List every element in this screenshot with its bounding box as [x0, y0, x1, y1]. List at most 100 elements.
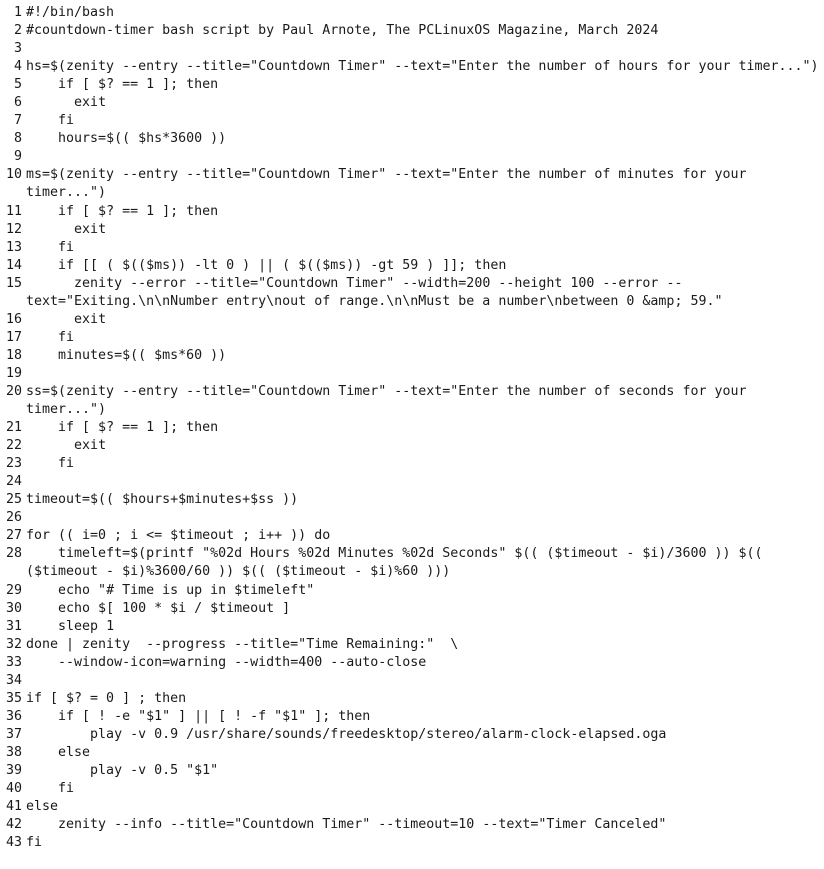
line-number: 29 — [5, 582, 22, 598]
code-text: zenity --error --title="Countdown Timer"… — [26, 275, 723, 309]
line-number: 8 — [13, 131, 22, 147]
code-text: minutes=$(( $ms*60 )) — [26, 347, 227, 363]
code-text: ss=$(zenity --entry --title="Countdown T… — [26, 383, 755, 418]
line-number: 9 — [13, 149, 22, 165]
code-text: echo "# Time is up in $timeleft" — [26, 582, 315, 598]
code-line: 10 ms=$(zenity --entry --title="Countdown… — [0, 166, 824, 202]
line-number: 12 — [5, 221, 22, 237]
line-number: 34 — [5, 672, 22, 688]
line-number: 40 — [5, 781, 22, 797]
code-line: 39 play -v 0.5 "$1" — [0, 762, 824, 780]
code-text: fi — [26, 781, 75, 797]
code-line: 27 for (( i=0 ; i <= $timeout ; i++ )) do — [0, 527, 824, 545]
code-line: 33 --window-icon=warning --width=400 --a… — [0, 654, 824, 672]
code-text: if [[ ( $(($ms)) -lt 0 ) || ( $(($ms)) -… — [26, 257, 507, 273]
line-number: 31 — [5, 618, 22, 634]
code-line: 21 if [ $? == 1 ]; then — [0, 419, 824, 437]
code-text: fi — [26, 329, 75, 345]
line-number: 24 — [5, 474, 22, 490]
code-line: 26 — [0, 509, 824, 527]
code-text: timeout=$(( $hours+$minutes+$ss )) — [26, 492, 299, 508]
line-number: 42 — [5, 817, 22, 833]
line-number: 37 — [5, 726, 22, 742]
code-line: 24 — [0, 473, 824, 491]
line-number: 19 — [5, 365, 22, 381]
code-line: 41 else — [0, 798, 824, 816]
code-line: 25 timeout=$(( $hours+$minutes+$ss )) — [0, 491, 824, 509]
code-line: 1 #!/bin/bash — [0, 4, 824, 22]
code-line: 23 fi — [0, 455, 824, 473]
line-number: 25 — [5, 492, 22, 508]
code-line: 7 fi — [0, 112, 824, 130]
line-number: 15 — [5, 275, 22, 291]
line-number: 39 — [5, 762, 22, 778]
code-text: exit — [26, 95, 107, 111]
code-text: --window-icon=warning --width=400 --auto… — [26, 654, 427, 670]
line-number: 22 — [5, 438, 22, 454]
code-text: #countdown-timer bash script by Paul Arn… — [26, 23, 659, 39]
code-line: 6 exit — [0, 94, 824, 112]
line-number: 41 — [5, 799, 22, 815]
code-text: fi — [26, 835, 43, 851]
line-number: 5 — [13, 77, 22, 93]
code-text: if [ ! -e "$1" ] || [ ! -f "$1" ]; then — [26, 708, 371, 724]
code-text: #!/bin/bash — [26, 5, 115, 20]
line-number: 35 — [5, 690, 22, 706]
line-number: 16 — [5, 311, 22, 327]
code-listing: 1 #!/bin/bash 2 #countdown-timer bash scrip… — [0, 0, 824, 852]
code-line: 34 — [0, 672, 824, 690]
code-text: zenity --info --title="Countdown Timer" … — [26, 817, 667, 833]
line-number: 27 — [5, 528, 22, 544]
code-text: if [ $? == 1 ]; then — [26, 77, 219, 93]
code-text: fi — [26, 239, 75, 255]
code-text: for (( i=0 ; i <= $timeout ; i++ )) do — [26, 528, 331, 544]
line-number: 2 — [13, 23, 22, 39]
code-text: exit — [26, 311, 107, 327]
code-text: echo $[ 100 * $i / $timeout ] — [26, 600, 291, 616]
code-line: 11 if [ $? == 1 ]; then — [0, 203, 824, 221]
code-line: 40 fi — [0, 780, 824, 798]
code-line: 13 fi — [0, 239, 824, 257]
code-line: 9 — [0, 148, 824, 166]
code-line: 4 hs=$(zenity --entry --title="Countdown … — [0, 58, 824, 76]
code-text: exit — [26, 221, 107, 237]
line-number: 30 — [5, 600, 22, 616]
code-line: 17 fi — [0, 329, 824, 347]
code-line: 42 zenity --info --title="Countdown Time… — [0, 816, 824, 834]
code-line: 31 sleep 1 — [0, 618, 824, 636]
code-line: 36 if [ ! -e "$1" ] || [ ! -f "$1" ]; th… — [0, 708, 824, 726]
code-line: 19 — [0, 365, 824, 383]
code-line: 37 play -v 0.9 /usr/share/sounds/freedes… — [0, 726, 824, 744]
line-number: 20 — [5, 383, 22, 399]
line-number: 1 — [13, 5, 22, 20]
code-text: play -v 0.9 /usr/share/sounds/freedeskto… — [26, 726, 667, 742]
code-text: sleep 1 — [26, 618, 115, 634]
line-number: 38 — [5, 744, 22, 760]
code-line: 30 echo $[ 100 * $i / $timeout ] — [0, 600, 824, 618]
code-line: 12 exit — [0, 221, 824, 239]
line-number: 14 — [5, 257, 22, 273]
code-line: 22 exit — [0, 437, 824, 455]
code-text: ms=$(zenity --entry --title="Countdown T… — [26, 167, 755, 201]
line-number: 21 — [5, 420, 22, 436]
line-number: 23 — [5, 456, 22, 472]
code-line: 43 fi — [0, 834, 824, 852]
code-text: else — [26, 744, 91, 760]
code-line: 15 zenity --error --title="Countdown Tim… — [0, 275, 824, 311]
line-number: 3 — [13, 41, 22, 57]
code-text: hours=$(( $hs*3600 )) — [26, 131, 227, 147]
code-text: play -v 0.5 "$1" — [26, 762, 219, 778]
line-number: 7 — [13, 113, 22, 129]
code-text: if [ $? == 1 ]; then — [26, 203, 219, 219]
code-line: 8 hours=$(( $hs*3600 )) — [0, 130, 824, 148]
code-line: 32 done | zenity --progress --title="Time… — [0, 636, 824, 654]
line-number: 28 — [5, 546, 22, 562]
line-number: 26 — [5, 510, 22, 526]
code-text: timeleft=$(printf "%02d Hours %02d Minut… — [26, 546, 771, 580]
code-text: fi — [26, 456, 75, 472]
code-line: 29 echo "# Time is up in $timeleft" — [0, 582, 824, 600]
code-line: 16 exit — [0, 311, 824, 329]
code-text: if [ $? = 0 ] ; then — [26, 690, 187, 706]
line-number: 43 — [5, 835, 22, 851]
code-text: exit — [26, 438, 107, 454]
